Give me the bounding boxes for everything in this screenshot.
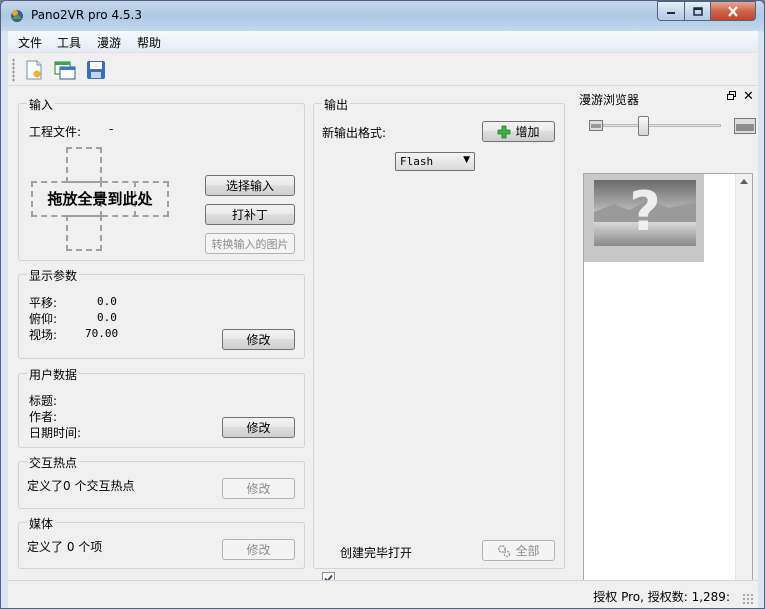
minimize-button[interactable]	[657, 1, 684, 21]
dock-title-bar[interactable]: 漫游浏览器 ✕	[579, 89, 758, 107]
output-format-combobox[interactable]: Flash ▼	[395, 152, 475, 171]
menu-tour[interactable]: 漫游	[95, 34, 123, 51]
license-status-text: 授权 Pro, 授权数: 1,289:	[593, 590, 730, 604]
minimize-icon	[667, 12, 675, 14]
datetime-label: 日期时间:	[29, 426, 82, 440]
user-data-title: 用户数据	[27, 366, 80, 383]
main-window: Pano2VR pro 4.5.3 文件 工具 漫游 帮助 输入 工程文件: -…	[0, 0, 765, 609]
build-all-label: 全部	[515, 544, 540, 558]
display-params-group: 显示参数 平移: 0.0 俯仰: 0.0 视场: 70.00 修改	[18, 267, 305, 359]
maximize-button[interactable]	[684, 1, 710, 21]
open-window-icon	[54, 61, 76, 80]
menu-file[interactable]: 文件	[16, 34, 44, 51]
user-data-modify-button[interactable]: 修改	[222, 417, 295, 438]
display-params-title: 显示参数	[27, 267, 80, 284]
hotspots-modify-button[interactable]: 修改	[222, 478, 295, 499]
tilt-value: 0.0	[97, 311, 117, 324]
maximize-icon	[692, 6, 703, 16]
media-count-text: 定义了 0 个项	[27, 540, 103, 554]
output-format-value: Flash	[400, 155, 434, 168]
menu-bar: 文件 工具 漫游 帮助	[8, 31, 758, 53]
fov-value: 70.00	[85, 327, 119, 340]
toolbar-grip[interactable]	[12, 58, 15, 82]
pan-label: 平移:	[29, 296, 58, 310]
client-area: 文件 工具 漫游 帮助 输入 工程文件: - 拖放全景到此处 选择输入 打补丁 …	[8, 31, 758, 608]
output-group: 输出 新输出格式: 增加 创建完毕打开 全部	[313, 96, 565, 569]
build-all-button[interactable]: 全部	[482, 540, 555, 561]
new-output-format-label: 新输出格式:	[322, 126, 387, 140]
output-group-title: 输出	[322, 96, 351, 113]
input-group: 输入 工程文件: - 拖放全景到此处 选择输入 打补丁 转换输入的图片	[18, 96, 305, 261]
menu-help[interactable]: 帮助	[135, 34, 163, 51]
tilt-label: 俯仰:	[29, 312, 58, 326]
pano2vr-app-icon	[11, 10, 23, 22]
small-thumbnail-icon	[589, 120, 603, 131]
author-label: 作者:	[29, 410, 58, 424]
pan-value: 0.0	[97, 295, 117, 308]
thumbnail-size-slider-thumb[interactable]	[638, 116, 649, 136]
open-project-button[interactable]	[53, 58, 77, 82]
large-thumbnail-icon	[734, 118, 756, 134]
convert-input-images-button[interactable]: 转换输入的图片	[205, 233, 295, 254]
tour-browser-list[interactable]: ?	[583, 173, 753, 605]
input-group-title: 输入	[27, 96, 56, 113]
thumbnail-size-slider-track[interactable]	[603, 124, 721, 127]
media-modify-button[interactable]: 修改	[222, 539, 295, 560]
float-icon[interactable]	[727, 91, 736, 103]
svg-text:?: ?	[629, 180, 660, 243]
gears-icon	[498, 544, 511, 557]
title-bar[interactable]: Pano2VR pro 4.5.3	[1, 1, 764, 31]
add-output-button[interactable]: 增加	[482, 121, 555, 142]
panorama-drop-zone[interactable]: 拖放全景到此处	[31, 147, 169, 251]
drop-zone-text: 拖放全景到此处	[47, 190, 153, 208]
status-bar: 授权 Pro, 授权数: 1,289:	[8, 580, 758, 608]
dock-close-icon[interactable]: ✕	[743, 89, 754, 104]
save-icon	[87, 61, 105, 79]
unknown-panorama-icon: ?	[594, 180, 696, 246]
tour-browser-dock: 漫游浏览器 ✕ ?	[579, 87, 758, 608]
close-icon	[728, 5, 738, 17]
patch-button[interactable]: 打补丁	[205, 204, 295, 225]
display-params-modify-button[interactable]: 修改	[222, 329, 295, 350]
new-project-button[interactable]	[22, 58, 46, 82]
user-data-group: 用户数据 标题: 作者: 日期时间: 修改	[18, 366, 305, 448]
hotspots-group: 交互热点 定义了0 个交互热点 修改	[18, 454, 305, 509]
chevron-down-icon: ▼	[463, 155, 470, 165]
resize-grip-icon[interactable]	[742, 593, 754, 605]
menu-tools[interactable]: 工具	[55, 34, 83, 51]
new-document-icon	[26, 60, 42, 80]
user-title-label: 标题:	[29, 394, 58, 408]
hotspots-title: 交互热点	[27, 454, 80, 471]
dock-title: 漫游浏览器	[579, 93, 640, 107]
select-input-button[interactable]: 选择输入	[205, 175, 295, 196]
add-plus-icon	[498, 125, 511, 138]
scroll-up-icon	[740, 179, 748, 184]
fov-label: 视场:	[29, 328, 58, 342]
hotspots-count-text: 定义了0 个交互热点	[27, 479, 135, 493]
project-file-value: -	[109, 122, 114, 136]
save-project-button[interactable]	[84, 58, 108, 82]
window-title: Pano2VR pro 4.5.3	[31, 8, 142, 22]
panorama-thumbnail[interactable]: ?	[584, 174, 704, 262]
project-file-label: 工程文件:	[29, 125, 82, 139]
media-group: 媒体 定义了 0 个项 修改	[18, 515, 305, 569]
add-output-label: 增加	[515, 125, 540, 139]
open-after-create-label: 创建完毕打开	[340, 546, 413, 560]
browser-vertical-scrollbar[interactable]	[735, 174, 752, 604]
close-button[interactable]	[710, 1, 756, 21]
toolbar	[8, 54, 758, 86]
media-title: 媒体	[27, 515, 56, 532]
